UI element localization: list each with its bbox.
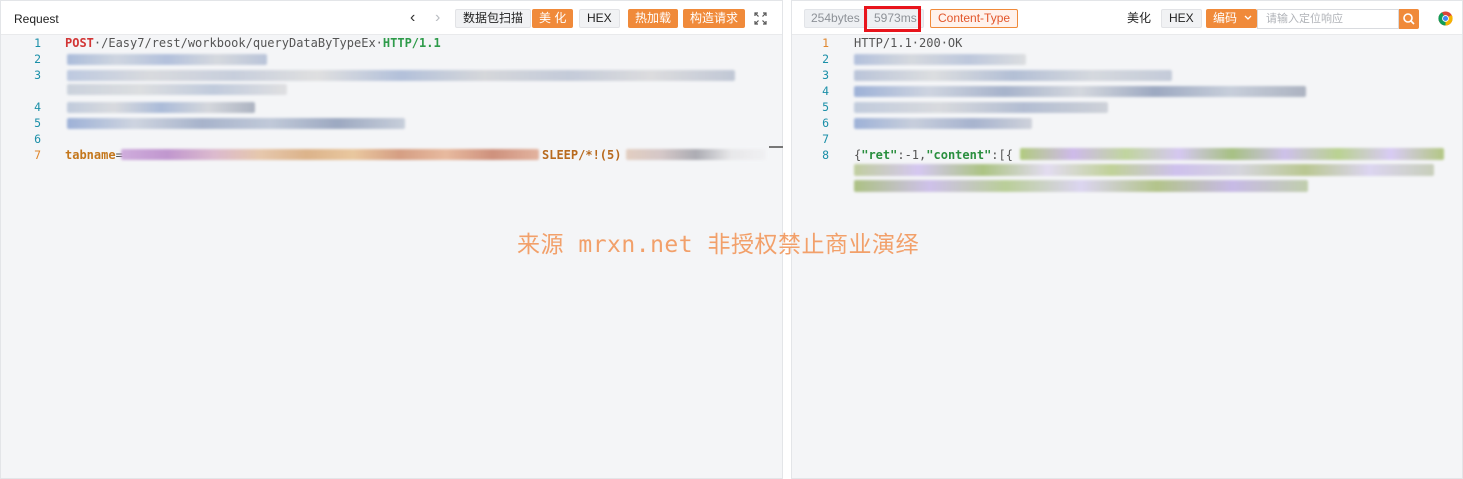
- response-toolbar: 254bytes 5973ms Content-Type 美化 HEX 编码: [792, 1, 1462, 35]
- response-size-badge: 254bytes: [804, 9, 867, 28]
- search-button[interactable]: [1399, 9, 1419, 29]
- redacted-header: [854, 102, 1108, 113]
- line-number: 2: [34, 52, 41, 66]
- redacted-header: [67, 54, 267, 65]
- hex-button[interactable]: HEX: [579, 9, 620, 28]
- redacted-header: [854, 118, 1032, 129]
- line-number: 5: [822, 100, 829, 114]
- redacted-payload: [121, 149, 539, 160]
- chevron-down-icon: [1244, 15, 1252, 20]
- line-number: 4: [34, 100, 41, 114]
- redacted-header: [67, 70, 735, 81]
- redacted-payload-tail: [626, 149, 766, 160]
- response-body-line: {"ret":-1,"content":[{: [854, 148, 1013, 162]
- redacted-json: [854, 180, 1308, 192]
- watermark-text: 来源 mrxn.net 非授权禁止商业演绎: [517, 232, 919, 258]
- param-name: tabname: [65, 148, 116, 162]
- redacted-json: [854, 164, 1434, 176]
- request-path: ·/Easy7/rest/workbook/queryDataByTypeEx·: [93, 36, 383, 50]
- redacted-header: [67, 102, 255, 113]
- redacted-header: [854, 86, 1306, 97]
- http-protocol: HTTP/1.1: [382, 36, 441, 50]
- line-number: 2: [822, 52, 829, 66]
- request-toolbar: Request ‹ › 数据包扫描 美 化 HEX 热加载 构造请求: [1, 1, 782, 35]
- line-number: 4: [822, 84, 829, 98]
- json-key-content: "content": [926, 148, 992, 162]
- hot-load-button[interactable]: 热加载: [628, 9, 679, 28]
- redacted-json: [1020, 148, 1444, 160]
- http-method: POST: [65, 36, 94, 50]
- line-number: 7: [34, 148, 41, 162]
- http-tool-window: Request ‹ › 数据包扫描 美 化 HEX 热加载 构造请求 1 2 3…: [0, 0, 1463, 479]
- request-line-1: POST·/Easy7/rest/workbook/queryDataByTyp…: [65, 36, 441, 50]
- packet-scan-button[interactable]: 数据包扫描: [455, 9, 532, 28]
- expand-icon[interactable]: [754, 12, 767, 25]
- line-number: 5: [34, 116, 41, 130]
- request-title: Request: [14, 12, 59, 26]
- redacted-header: [67, 84, 287, 95]
- beautify-button[interactable]: 美化: [1119, 9, 1160, 28]
- construct-request-button[interactable]: 构造请求: [683, 9, 746, 28]
- json-key-ret: "ret": [861, 148, 898, 162]
- locate-response-input[interactable]: [1257, 9, 1399, 29]
- request-line-7: tabname=: [65, 148, 123, 162]
- redacted-header: [854, 70, 1172, 81]
- redacted-header: [67, 118, 405, 129]
- line-number: 1: [822, 36, 829, 50]
- content-type-button[interactable]: Content-Type: [930, 9, 1019, 28]
- line-number: 3: [34, 68, 41, 82]
- line-number: 7: [822, 132, 829, 146]
- horizontal-scroll-marker[interactable]: [769, 146, 783, 148]
- back-arrow-icon[interactable]: ‹: [410, 8, 415, 28]
- line-number: 6: [34, 132, 41, 146]
- line-number: 3: [822, 68, 829, 82]
- forward-arrow-icon[interactable]: ›: [435, 8, 440, 28]
- response-status-line: HTTP/1.1·200·OK: [854, 36, 963, 50]
- search-icon: [1403, 13, 1415, 25]
- hex-button[interactable]: HEX: [1161, 9, 1202, 28]
- chrome-icon[interactable]: [1438, 11, 1453, 26]
- line-number: 6: [822, 116, 829, 130]
- line-number: 8: [822, 148, 829, 162]
- redacted-header: [854, 54, 1026, 65]
- beautify-button[interactable]: 美 化: [532, 9, 574, 28]
- time-highlight-box: [864, 6, 921, 32]
- line-number: 1: [34, 36, 41, 50]
- payload-sleep: SLEEP/*!(5): [542, 148, 622, 162]
